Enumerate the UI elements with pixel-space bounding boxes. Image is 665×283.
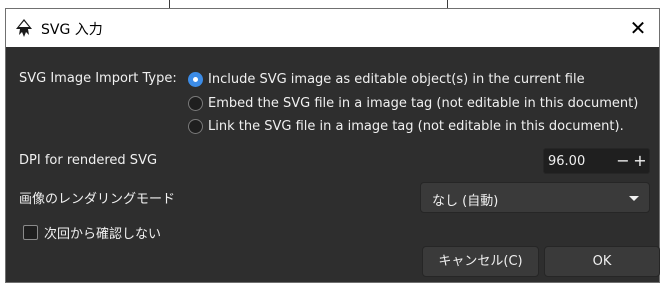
radio-include-editable[interactable]: Include SVG image as editable object(s) … bbox=[188, 69, 585, 89]
radio-button-selected[interactable] bbox=[188, 71, 203, 87]
dpi-spinbox[interactable]: 96.00 − + bbox=[543, 148, 650, 174]
render-mode-value: なし (自動) bbox=[432, 194, 499, 209]
inkscape-app-icon bbox=[16, 19, 32, 37]
radio-link-image-label: Link the SVG file in a image tag (not ed… bbox=[208, 118, 624, 134]
render-mode-dropdown[interactable]: なし (自動) bbox=[420, 182, 650, 213]
dpi-value[interactable]: 96.00 bbox=[548, 154, 585, 169]
dont-ask-again-label: 次回から確認しない bbox=[44, 226, 162, 242]
chevron-down-icon bbox=[629, 196, 639, 201]
checkbox[interactable] bbox=[23, 224, 38, 240]
background-window bbox=[0, 0, 665, 8]
cancel-button[interactable]: キャンセル(C) bbox=[422, 246, 539, 277]
title-bar[interactable]: SVG 入力 ✕ bbox=[6, 9, 659, 47]
import-type-label: SVG Image Import Type: bbox=[19, 71, 177, 86]
dpi-label: DPI for rendered SVG bbox=[19, 153, 158, 168]
plus-icon[interactable]: + bbox=[632, 150, 648, 172]
dialog-title: SVG 入力 bbox=[41, 22, 103, 38]
render-mode-label: 画像のレンダリングモード bbox=[19, 192, 176, 207]
radio-button[interactable] bbox=[188, 118, 203, 134]
dont-ask-again-checkbox[interactable]: 次回から確認しない bbox=[23, 222, 161, 242]
svg-import-dialog: SVG 入力 ✕ SVG Image Import Type: Include … bbox=[5, 8, 660, 283]
close-icon[interactable]: ✕ bbox=[623, 13, 653, 43]
radio-button[interactable] bbox=[188, 95, 203, 111]
ok-button[interactable]: OK bbox=[544, 246, 660, 277]
radio-embed-image[interactable]: Embed the SVG file in a image tag (not e… bbox=[188, 93, 638, 113]
minus-icon[interactable]: − bbox=[615, 150, 631, 172]
radio-link-image[interactable]: Link the SVG file in a image tag (not ed… bbox=[188, 116, 624, 136]
radio-embed-image-label: Embed the SVG file in a image tag (not e… bbox=[208, 95, 639, 111]
dialog-body: SVG Image Import Type: Include SVG image… bbox=[6, 47, 660, 282]
radio-include-editable-label: Include SVG image as editable object(s) … bbox=[208, 71, 585, 87]
